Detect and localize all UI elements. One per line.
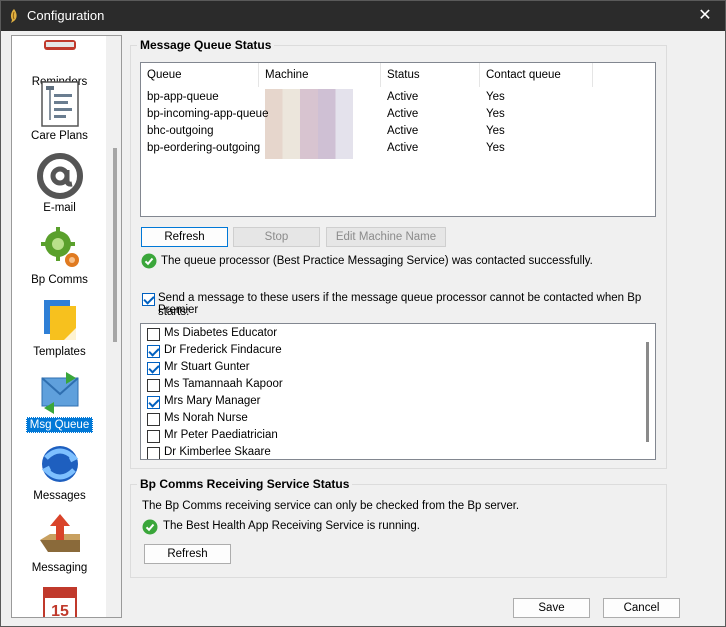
templates-icon <box>44 300 76 340</box>
save-button[interactable]: Save <box>513 598 590 618</box>
sidebar-item-calendar[interactable]: 15 <box>12 584 107 618</box>
user-checkbox[interactable] <box>147 430 160 443</box>
user-name: Ms Norah Nurse <box>164 412 248 424</box>
title-bar: Configuration ✕ <box>1 1 725 31</box>
list-item[interactable]: Dr Kimberlee Skaare <box>141 445 641 459</box>
user-name: Dr Frederick Findacure <box>164 344 282 356</box>
notify-users-list[interactable]: Ms Diabetes Educator Dr Frederick Findac… <box>140 323 656 460</box>
contact-cell: Yes <box>486 108 505 120</box>
sidebar-scroll-thumb[interactable] <box>113 148 117 342</box>
sidebar-item-label: E-mail <box>43 202 76 214</box>
user-checkbox[interactable] <box>147 413 160 426</box>
queue-cell: bhc-outgoing <box>147 125 214 137</box>
send-message-label-line2: starts: <box>158 306 190 318</box>
receiving-service-status-group: Bp Comms Receiving Service Status The Bp… <box>130 477 667 578</box>
column-header-status[interactable]: Status <box>381 63 480 87</box>
user-checkbox[interactable] <box>147 328 160 341</box>
queue-cell: bp-app-queue <box>147 91 219 103</box>
reminders-icon <box>44 40 76 50</box>
user-checkbox[interactable] <box>147 447 160 459</box>
list-item[interactable]: Ms Norah Nurse <box>141 411 641 428</box>
sidebar-item-msg-queue[interactable]: Msg Queue <box>12 368 107 438</box>
user-checkbox[interactable] <box>147 379 160 392</box>
sidebar-item-label: Msg Queue <box>12 417 107 433</box>
list-item[interactable]: Mr Stuart Gunter <box>141 360 641 377</box>
group-title: Bp Comms Receiving Service Status <box>137 477 353 491</box>
receiving-info-text: The Bp Comms receiving service can only … <box>142 500 520 512</box>
contact-cell: Yes <box>486 142 505 154</box>
user-name: Mr Stuart Gunter <box>164 361 250 373</box>
stop-button[interactable]: Stop <box>233 227 320 247</box>
list-item[interactable]: Dr Frederick Findacure <box>141 343 641 360</box>
email-at-icon <box>37 153 83 199</box>
column-header-queue[interactable]: Queue <box>141 63 259 87</box>
refresh-button[interactable]: Refresh <box>141 227 228 247</box>
sidebar-item-label: Care Plans <box>31 130 88 142</box>
sidebar-item-email[interactable]: E-mail <box>12 152 107 222</box>
sidebar-item-messaging[interactable]: Messaging <box>12 512 107 582</box>
sidebar-item-label: Messaging <box>31 562 88 574</box>
status-cell: Active <box>387 142 419 154</box>
messages-icon <box>41 446 79 482</box>
cancel-button[interactable]: Cancel <box>603 598 680 618</box>
send-message-checkbox[interactable] <box>142 293 155 306</box>
sidebar-item-label: Templates <box>33 346 86 358</box>
sidebar-item-messages[interactable]: Messages <box>12 440 107 510</box>
user-name: Dr Kimberlee Skaare <box>164 446 271 458</box>
sidebar-item-care-plans[interactable]: Care Plans <box>12 80 107 150</box>
status-cell: Active <box>387 108 419 120</box>
column-header-machine[interactable]: Machine <box>259 63 381 87</box>
sidebar-scrollbar[interactable] <box>106 36 121 617</box>
queue-table[interactable]: Queue Machine Status Contact queue bp-ap… <box>140 62 656 217</box>
queue-cell: bp-eordering-outgoing <box>147 142 261 154</box>
success-check-icon <box>141 253 157 269</box>
sidebar-item-label: Bp Comms <box>31 274 88 286</box>
users-scroll-thumb[interactable] <box>646 342 649 442</box>
calendar-icon: 15 <box>43 587 77 618</box>
sidebar-item-bp-comms[interactable]: Bp Comms <box>12 224 107 294</box>
user-name: Mr Peter Paediatrician <box>164 429 278 441</box>
user-checkbox[interactable] <box>147 396 160 409</box>
calendar-day: 15 <box>51 603 69 618</box>
user-name: Ms Tamannaah Kapoor <box>164 378 283 390</box>
contact-cell: Yes <box>486 125 505 137</box>
app-logo-icon <box>10 9 17 23</box>
users-scrollbar[interactable] <box>639 324 655 459</box>
redacted-machine-names <box>265 89 353 159</box>
status-cell: Active <box>387 91 419 103</box>
status-cell: Active <box>387 125 419 137</box>
gear-globe-icon <box>41 227 79 267</box>
msg-queue-icon <box>41 372 79 414</box>
queue-cell: bp-incoming-app-queue <box>147 108 269 120</box>
service-running-text: The Best Health App Receiving Service is… <box>163 520 420 532</box>
close-button[interactable]: ✕ <box>685 1 725 31</box>
sidebar-item-templates[interactable]: Templates <box>12 296 107 366</box>
receiving-refresh-button[interactable]: Refresh <box>144 544 231 564</box>
message-queue-status-group: Message Queue Status Queue Machine Statu… <box>130 38 667 469</box>
processor-status-text: The queue processor (Best Practice Messa… <box>161 255 593 267</box>
contact-cell: Yes <box>486 91 505 103</box>
user-name: Ms Diabetes Educator <box>164 327 278 339</box>
configuration-window: Configuration ✕ Reminders Care Plans <box>0 0 726 627</box>
send-message-label-line1: Send a message to these users if the mes… <box>158 292 642 316</box>
sidebar-nav: Reminders Care Plans E-mail <box>11 35 122 618</box>
messaging-inbox-icon <box>40 514 80 552</box>
edit-machine-name-button[interactable]: Edit Machine Name <box>326 227 446 247</box>
list-item[interactable]: Ms Tamannaah Kapoor <box>141 377 641 394</box>
care-plans-icon <box>41 81 79 127</box>
sidebar-item-label: Messages <box>33 490 86 502</box>
success-check-icon <box>142 519 158 535</box>
group-title: Message Queue Status <box>137 38 275 52</box>
column-header-contact-queue[interactable]: Contact queue <box>480 63 593 87</box>
list-item[interactable]: Mr Peter Paediatrician <box>141 428 641 445</box>
user-checkbox[interactable] <box>147 362 160 375</box>
list-item[interactable]: Mrs Mary Manager <box>141 394 641 411</box>
user-name: Mrs Mary Manager <box>164 395 261 407</box>
window-title: Configuration <box>27 8 105 23</box>
list-item[interactable]: Ms Diabetes Educator <box>141 326 641 343</box>
user-checkbox[interactable] <box>147 345 160 358</box>
